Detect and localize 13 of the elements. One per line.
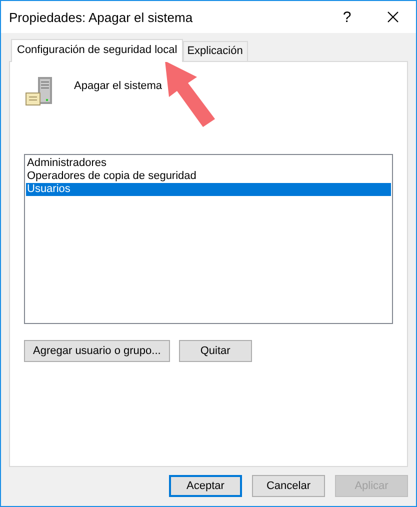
window-title: Propiedades: Apagar el sistema: [9, 10, 194, 24]
help-button[interactable]: ?: [324, 1, 370, 33]
action-button[interactable]: Agregar usuario o grupo...: [24, 340, 170, 362]
list-item[interactable]: Usuarios: [26, 183, 391, 196]
close-icon: [387, 11, 399, 23]
action-button[interactable]: Quitar: [178, 340, 252, 362]
dialog-button[interactable]: Aceptar: [169, 475, 242, 497]
list-item[interactable]: Administradores: [26, 157, 391, 170]
tab[interactable]: Configuración de seguridad local: [11, 39, 184, 62]
tab[interactable]: Explicación: [183, 41, 248, 61]
dialog-button[interactable]: Cancelar: [252, 475, 325, 497]
policy-name: Apagar el sistema: [74, 80, 162, 92]
list-item[interactable]: Operadores de copia de seguridad: [26, 170, 391, 183]
